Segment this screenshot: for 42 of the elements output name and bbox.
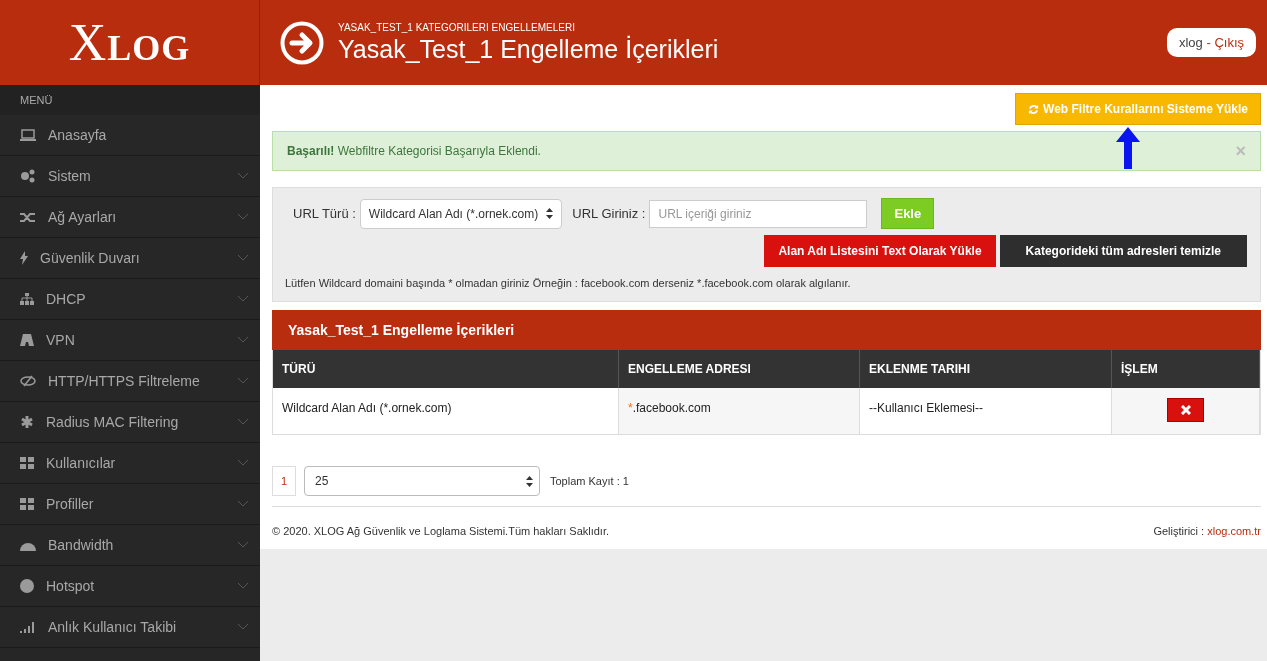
total-count: Toplam Kayıt : 1 xyxy=(550,475,629,487)
arrow-circle-icon xyxy=(280,20,324,65)
arrow-icon xyxy=(1116,127,1140,169)
bolt-icon xyxy=(20,251,28,265)
column-header: İŞLEM xyxy=(1112,350,1260,388)
developer-link[interactable]: xlog.com.tr xyxy=(1207,525,1261,537)
sitemap-icon xyxy=(20,293,34,305)
user-menu[interactable]: xlog - Çıkış xyxy=(1166,28,1256,57)
delete-button[interactable] xyxy=(1167,398,1204,422)
logo: XLOG xyxy=(68,13,191,72)
grid-icon xyxy=(20,457,34,469)
developer-label: Geliştirici : xyxy=(1153,525,1205,537)
shuffle-icon xyxy=(20,211,36,223)
page-link[interactable]: 1 xyxy=(272,466,296,496)
gears-icon xyxy=(20,169,36,183)
field-label: URL Türü : xyxy=(293,206,356,221)
column-header: EKLENME TARIHI xyxy=(860,350,1112,388)
upload-list-button[interactable]: Alan Adı Listesini Text Olarak Yükle xyxy=(764,235,996,267)
table-title: Yasak_Test_1 Engelleme İçerikleri xyxy=(272,310,1261,350)
select-arrows-icon xyxy=(526,475,533,487)
refresh-icon xyxy=(1028,103,1040,115)
table-cell: *.facebook.com xyxy=(619,388,860,434)
url-type-select[interactable]: Wildcard Alan Adı (*.ornek.com) xyxy=(359,198,563,229)
hint-text: Lütfen Wildcard domaini başında * olmadan giriniz Örneğin : facebook.com derseniz *.facebook.com olarak algılanır. xyxy=(285,277,852,289)
grid-icon xyxy=(20,498,34,510)
select-arrows-icon xyxy=(546,208,554,219)
page-title: Yasak_Test_1 Engelleme İçerikleri xyxy=(338,34,720,64)
column-header: TÜRÜ xyxy=(273,350,619,388)
column-header: ENGELLEME ADRESI xyxy=(619,350,860,388)
page-size-select[interactable]: 25 xyxy=(304,466,540,496)
breadcrumb: YASAK_TEST_1 KATEGORILERI ENGELLEMELERI xyxy=(338,21,576,33)
copyright-text: © 2020. XLOG Ağ Güvenlik ve Loglama Sistemi.Tüm hakları Saklıdır. xyxy=(272,525,610,537)
laptop-icon xyxy=(20,129,36,141)
asterisk-icon xyxy=(20,415,34,429)
close-icon xyxy=(1180,405,1191,415)
signal-icon xyxy=(20,621,36,633)
eye-slash-icon xyxy=(20,375,36,387)
clear-all-button[interactable]: Kategorideki tüm adresleri temizle xyxy=(999,235,1247,267)
success-message: Başarılı! Webfiltre Kategorisi Başarıyla Eklendi. xyxy=(287,144,541,158)
menu-heading: MENÜ xyxy=(0,85,260,115)
url-input[interactable]: URL içeriği giriniz xyxy=(649,199,868,228)
field-label: URL Giriniz : xyxy=(572,206,646,221)
